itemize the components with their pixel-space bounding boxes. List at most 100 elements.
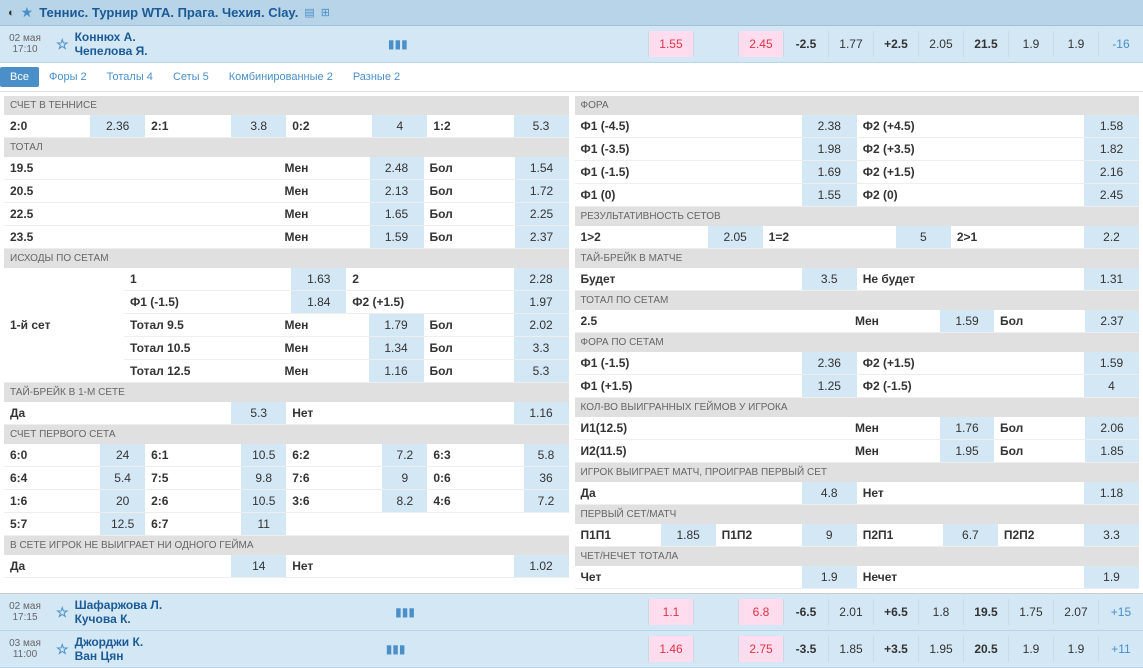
bet-odd[interactable]: 3.3	[514, 337, 569, 359]
bet-odd[interactable]: 24	[100, 444, 145, 466]
odd-cell[interactable]: 21.5	[963, 31, 1008, 57]
bet-odd[interactable]: 5.3	[231, 402, 286, 424]
bet-odd[interactable]: 1.65	[369, 203, 424, 225]
bet-odd[interactable]: 2.06	[1084, 417, 1139, 439]
bet-odd[interactable]: 1.95	[939, 440, 994, 462]
odd-cell[interactable]: +6.5	[873, 599, 918, 625]
star-icon[interactable]: ☆	[56, 604, 69, 621]
odd-cell[interactable]: 6.8	[738, 599, 783, 625]
odd-cell[interactable]: +11	[1098, 636, 1143, 662]
odd-cell[interactable]: 1.95	[918, 636, 963, 662]
bet-odd[interactable]: 1.97	[514, 291, 569, 313]
odd-cell[interactable]: 1.8	[918, 599, 963, 625]
bet-odd[interactable]: 7.2	[524, 490, 569, 512]
bet-odd[interactable]: 8.2	[382, 490, 427, 512]
bet-odd[interactable]: 3.5	[802, 268, 857, 290]
bet-odd[interactable]: 14	[231, 555, 286, 577]
tab[interactable]: Тоталы 4	[97, 67, 163, 87]
bet-odd[interactable]: 10.5	[241, 490, 286, 512]
bet-odd[interactable]: 12.5	[100, 513, 145, 535]
bet-odd[interactable]: 1.59	[1084, 352, 1139, 374]
odd-cell[interactable]: 1.85	[828, 636, 873, 662]
bet-odd[interactable]: 3.8	[231, 115, 286, 137]
bet-odd[interactable]: 2.36	[802, 352, 857, 374]
odd-cell[interactable]	[693, 599, 738, 625]
bet-odd[interactable]: 1.58	[1084, 115, 1139, 137]
odd-cell[interactable]: 1.75	[1008, 599, 1053, 625]
odd-cell[interactable]: 2.45	[738, 31, 783, 57]
bet-odd[interactable]: 2.37	[1084, 310, 1139, 332]
odd-cell[interactable]: 2.05	[918, 31, 963, 57]
odd-cell[interactable]: +3.5	[873, 636, 918, 662]
bet-odd[interactable]: 36	[524, 467, 569, 489]
odd-cell[interactable]: -3.5	[783, 636, 828, 662]
clip-icon[interactable]: ▤	[304, 6, 314, 19]
bet-odd[interactable]: 11	[241, 513, 286, 535]
bet-odd[interactable]: 1.85	[661, 524, 716, 546]
odd-cell[interactable]: +2.5	[873, 31, 918, 57]
bet-odd[interactable]: 2.36	[90, 115, 145, 137]
bet-odd[interactable]: 2.16	[1084, 161, 1139, 183]
odd-cell[interactable]: 1.55	[648, 31, 693, 57]
odd-cell[interactable]: 20.5	[963, 636, 1008, 662]
bet-odd[interactable]: 5.3	[514, 360, 569, 382]
star-icon[interactable]: ★	[21, 4, 34, 21]
bet-odd[interactable]: 1.31	[1084, 268, 1139, 290]
bet-odd[interactable]: 1.34	[369, 337, 424, 359]
bet-odd[interactable]: 5	[896, 226, 951, 248]
odd-cell[interactable]: 2.07	[1053, 599, 1098, 625]
chart-icon[interactable]: ▮▮▮	[386, 642, 406, 656]
bet-odd[interactable]: 4	[1084, 375, 1139, 397]
bet-odd[interactable]: 1.82	[1084, 138, 1139, 160]
stats-icon[interactable]: ⊞	[321, 6, 330, 19]
star-icon[interactable]: ☆	[56, 36, 69, 53]
chart-icon[interactable]: ▮▮▮	[395, 605, 415, 619]
bet-odd[interactable]: 1.63	[291, 268, 346, 290]
star-icon[interactable]: ☆	[56, 641, 69, 658]
bet-odd[interactable]: 1.9	[802, 566, 857, 588]
bet-odd[interactable]: 1.85	[1084, 440, 1139, 462]
bet-odd[interactable]: 20	[100, 490, 145, 512]
bet-odd[interactable]: 1.55	[802, 184, 857, 206]
bet-odd[interactable]: 1.76	[939, 417, 994, 439]
bet-odd[interactable]: 6.7	[943, 524, 998, 546]
bet-odd[interactable]: 1.9	[1084, 566, 1139, 588]
odd-cell[interactable]: 19.5	[963, 599, 1008, 625]
bet-odd[interactable]: 2.38	[802, 115, 857, 137]
odd-cell[interactable]: -6.5	[783, 599, 828, 625]
bet-odd[interactable]: 5.8	[524, 444, 569, 466]
bet-odd[interactable]: 1.18	[1084, 482, 1139, 504]
bet-odd[interactable]: 1.59	[939, 310, 994, 332]
bet-odd[interactable]: 1.72	[514, 180, 569, 202]
odd-cell[interactable]: 1.9	[1053, 636, 1098, 662]
bet-odd[interactable]: 2.45	[1084, 184, 1139, 206]
bet-odd[interactable]: 7.2	[382, 444, 427, 466]
bet-odd[interactable]: 4	[372, 115, 427, 137]
bet-odd[interactable]: 9	[802, 524, 857, 546]
odd-cell[interactable]: +15	[1098, 599, 1143, 625]
bet-odd[interactable]: 9	[382, 467, 427, 489]
odd-cell[interactable]: 2.01	[828, 599, 873, 625]
odd-cell[interactable]: 1.9	[1008, 636, 1053, 662]
odd-cell[interactable]	[693, 31, 738, 57]
bet-odd[interactable]: 1.54	[514, 157, 569, 179]
bet-odd[interactable]: 1.84	[291, 291, 346, 313]
bet-odd[interactable]: 2.13	[369, 180, 424, 202]
odd-cell[interactable]: -16	[1098, 31, 1143, 57]
bet-odd[interactable]: 1.79	[369, 314, 424, 336]
bet-odd[interactable]: 1.25	[802, 375, 857, 397]
odd-cell[interactable]: 1.1	[648, 599, 693, 625]
tab[interactable]: Разные 2	[343, 67, 410, 87]
bet-odd[interactable]: 4.8	[802, 482, 857, 504]
odd-cell[interactable]: 1.77	[828, 31, 873, 57]
tab[interactable]: Все	[0, 67, 39, 87]
bet-odd[interactable]: 1.98	[802, 138, 857, 160]
bet-odd[interactable]: 2.37	[514, 226, 569, 248]
odd-cell[interactable]: 1.9	[1008, 31, 1053, 57]
odd-cell[interactable]: 1.9	[1053, 31, 1098, 57]
bet-odd[interactable]: 1.69	[802, 161, 857, 183]
tab[interactable]: Форы 2	[39, 67, 97, 87]
odd-cell[interactable]: -2.5	[783, 31, 828, 57]
bet-odd[interactable]: 5.3	[514, 115, 569, 137]
odd-cell[interactable]: 2.75	[738, 636, 783, 662]
